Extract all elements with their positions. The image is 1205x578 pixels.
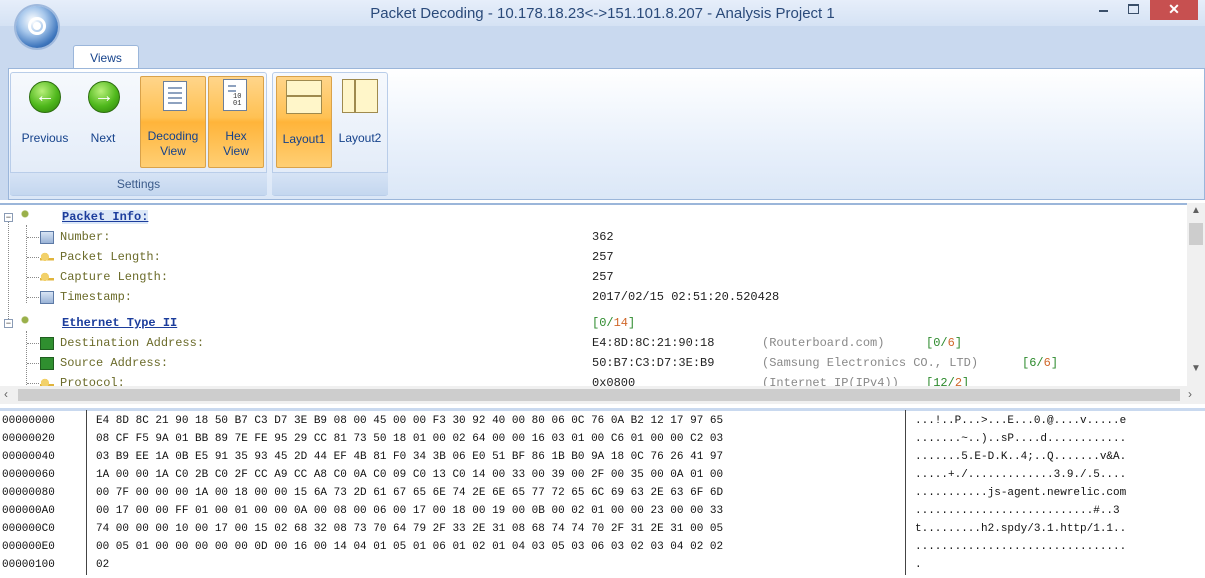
- application-menu-button[interactable]: [16, 6, 58, 48]
- collapse-icon[interactable]: −: [4, 213, 13, 223]
- layout-horizontal-icon: [286, 80, 322, 114]
- window-title: Packet Decoding - 10.178.18.23<->151.101…: [370, 5, 835, 22]
- layout1-label: Layout1: [282, 132, 326, 146]
- hex-row[interactable]: 000000E0 00 05 01 00 00 00 00 00 0D 00 16…: [0, 539, 1205, 557]
- byte-range: [0/14]: [592, 316, 636, 330]
- settings-group-label: Settings: [10, 172, 267, 195]
- ascii-separator: [905, 410, 906, 575]
- scroll-right-icon[interactable]: ›: [1188, 387, 1192, 401]
- scroll-down-icon[interactable]: ▼: [1187, 363, 1205, 374]
- previous-button[interactable]: ← Previous: [14, 76, 76, 168]
- layout1-button[interactable]: Layout1: [276, 76, 332, 168]
- minimize-button[interactable]: [1090, 0, 1116, 20]
- offset-separator: [86, 410, 87, 575]
- tree-horizontal-scrollbar[interactable]: ‹ ›: [0, 386, 1205, 404]
- scroll-left-icon[interactable]: ‹: [4, 387, 8, 401]
- hex-row[interactable]: 00000000 E4 8D 8C 21 90 18 50 B7 C3 D7 3E…: [0, 413, 1205, 431]
- layout2-button[interactable]: Layout2: [334, 76, 386, 168]
- tab-views[interactable]: Views: [73, 45, 139, 69]
- hex-view-button[interactable]: 10 01 Hex View: [208, 76, 264, 168]
- tree-row[interactable]: Timestamp: 2017/02/15 02:51:20.520428: [0, 287, 1185, 307]
- hex-row[interactable]: 00000020 08 CF F5 9A 01 BB 89 7E FE 95 29…: [0, 431, 1205, 449]
- layout-vertical-icon: [342, 79, 378, 113]
- hex-row[interactable]: 00000060 1A 00 00 1A C0 2B C0 2F CC A9 CC…: [0, 467, 1205, 485]
- byte-range: [0/6]: [926, 336, 963, 350]
- tree-row[interactable]: Source Address: 50:B7:C3:D7:3E:B9 (Samsu…: [0, 353, 1185, 373]
- decoding-label: Decoding: [147, 129, 199, 143]
- hex-document-icon: 10 01: [223, 79, 247, 111]
- key-icon: [40, 271, 54, 284]
- document-icon: [163, 81, 187, 111]
- title-bar: Packet Decoding - 10.178.18.23<->151.101…: [0, 0, 1205, 27]
- previous-label: Previous: [21, 131, 69, 145]
- tree-node-packet-info[interactable]: − Packet Info:: [0, 207, 1185, 227]
- arrow-right-icon: →: [88, 81, 120, 113]
- arrow-left-icon: ←: [29, 81, 61, 113]
- maximize-button[interactable]: [1120, 0, 1146, 20]
- hex-view-pane[interactable]: 00000000 E4 8D 8C 21 90 18 50 B7 C3 D7 3E…: [0, 408, 1205, 578]
- close-button[interactable]: ✕: [1150, 0, 1198, 20]
- decoding-view-button[interactable]: Decoding View: [140, 76, 206, 168]
- next-label: Next: [90, 131, 116, 145]
- byte-range: [6/6]: [1022, 356, 1059, 370]
- hex-row[interactable]: 000000C0 74 00 00 00 10 00 17 00 15 02 68…: [0, 521, 1205, 539]
- field-icon: [40, 231, 54, 244]
- protocol-icon: [18, 210, 32, 223]
- hex-label: Hex: [225, 129, 247, 143]
- hex-label-2: View: [223, 144, 249, 158]
- scroll-thumb[interactable]: [18, 389, 1180, 401]
- hex-row[interactable]: 000000A0 00 17 00 00 FF 01 00 01 00 00 0A…: [0, 503, 1205, 521]
- hex-row[interactable]: 00000080 00 7F 00 00 00 1A 00 18 00 00 15…: [0, 485, 1205, 503]
- decoding-label-2: View: [160, 144, 186, 158]
- tree-row[interactable]: Capture Length: 257: [0, 267, 1185, 287]
- tree-row[interactable]: Destination Address: E4:8D:8C:21:90:18 (…: [0, 333, 1185, 353]
- address-icon: [40, 337, 54, 350]
- tree-node-ethernet[interactable]: − Ethernet Type II [0/14]: [0, 313, 1185, 333]
- collapse-icon[interactable]: −: [4, 319, 13, 329]
- hex-row[interactable]: 00000040 03 B9 EE 1A 0B E5 91 35 93 45 2D…: [0, 449, 1205, 467]
- scroll-thumb[interactable]: [1189, 223, 1203, 245]
- field-icon: [40, 291, 54, 304]
- hex-row[interactable]: 00000100 02.: [0, 557, 1205, 575]
- ribbon-tab-strip: [0, 26, 1205, 68]
- key-icon: [40, 251, 54, 264]
- protocol-icon: [18, 316, 32, 329]
- decoding-tree[interactable]: − Packet Info: Number: 362 Packet Length…: [0, 203, 1205, 405]
- layout2-label: Layout2: [338, 131, 382, 145]
- next-button[interactable]: → Next: [78, 76, 128, 168]
- tree-vertical-scrollbar[interactable]: ▲ ▼: [1187, 203, 1205, 386]
- scroll-up-icon[interactable]: ▲: [1187, 205, 1205, 216]
- tree-row[interactable]: Packet Length: 257: [0, 247, 1185, 267]
- address-icon: [40, 357, 54, 370]
- tree-row[interactable]: Number: 362: [0, 227, 1185, 247]
